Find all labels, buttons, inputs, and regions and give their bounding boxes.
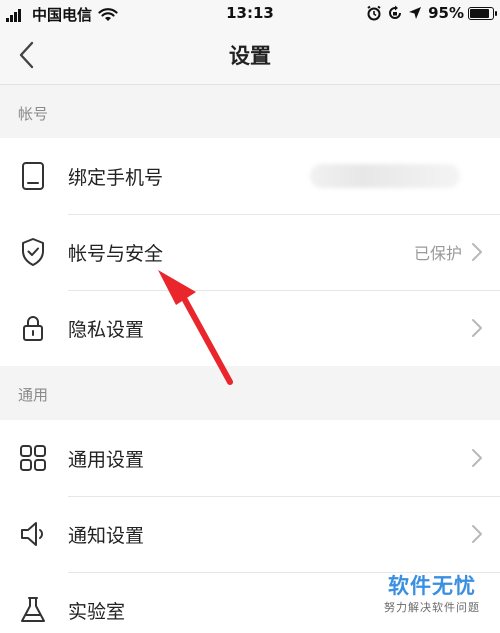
row-general-settings[interactable]: 通用设置 xyxy=(0,420,500,496)
status-value: 已保护 xyxy=(413,244,462,263)
row-privacy-settings[interactable]: 隐私设置 xyxy=(0,290,500,366)
rotation-lock-icon xyxy=(389,5,402,19)
chevron-right-icon xyxy=(472,449,482,467)
section-header-label: 帐号 xyxy=(18,105,49,123)
status-right: 95% xyxy=(366,4,497,22)
row-label: 实验室 xyxy=(68,600,126,623)
battery-percent: 95% xyxy=(428,4,464,22)
page-title: 设置 xyxy=(229,44,271,68)
watermark: 软件无忧 努力解决软件问题 xyxy=(372,572,492,628)
alarm-icon xyxy=(367,5,381,21)
chevron-right-icon xyxy=(472,525,482,543)
row-label: 绑定手机号 xyxy=(68,166,164,189)
row-label: 隐私设置 xyxy=(68,318,145,341)
location-icon xyxy=(409,7,422,19)
chevron-right-icon xyxy=(472,319,482,337)
settings-screen: 中国电信 13:13 95% 设置 帐号 绑定手机号 帐号与安全 已保护 隐私设… xyxy=(0,0,500,633)
battery-fill xyxy=(470,8,489,18)
nav-bar: 设置 xyxy=(0,26,500,85)
row-bind-phone[interactable]: 绑定手机号 xyxy=(0,138,500,214)
row-label: 通知设置 xyxy=(68,524,145,547)
chevron-right-icon xyxy=(472,243,482,261)
watermark-subtitle: 努力解决软件问题 xyxy=(384,601,480,614)
grid-icon xyxy=(18,443,48,473)
section-header-general: 通用 xyxy=(0,366,500,420)
lock-icon xyxy=(18,313,48,343)
shield-icon xyxy=(18,237,48,267)
section-header-account: 帐号 xyxy=(0,85,500,138)
flask-icon xyxy=(18,595,48,625)
speaker-icon xyxy=(18,519,48,549)
status-bar: 中国电信 13:13 95% xyxy=(0,0,500,26)
row-label: 通用设置 xyxy=(68,448,145,471)
account-group: 绑定手机号 帐号与安全 已保护 隐私设置 xyxy=(0,138,500,366)
row-account-security[interactable]: 帐号与安全 已保护 xyxy=(0,214,500,290)
battery-icon xyxy=(468,6,497,20)
phone-icon xyxy=(18,161,48,191)
masked-phone-number xyxy=(310,164,460,188)
row-label: 帐号与安全 xyxy=(68,242,164,265)
row-notification-settings[interactable]: 通知设置 xyxy=(0,496,500,572)
watermark-title: 软件无忧 xyxy=(388,574,476,598)
section-header-label: 通用 xyxy=(18,386,49,404)
